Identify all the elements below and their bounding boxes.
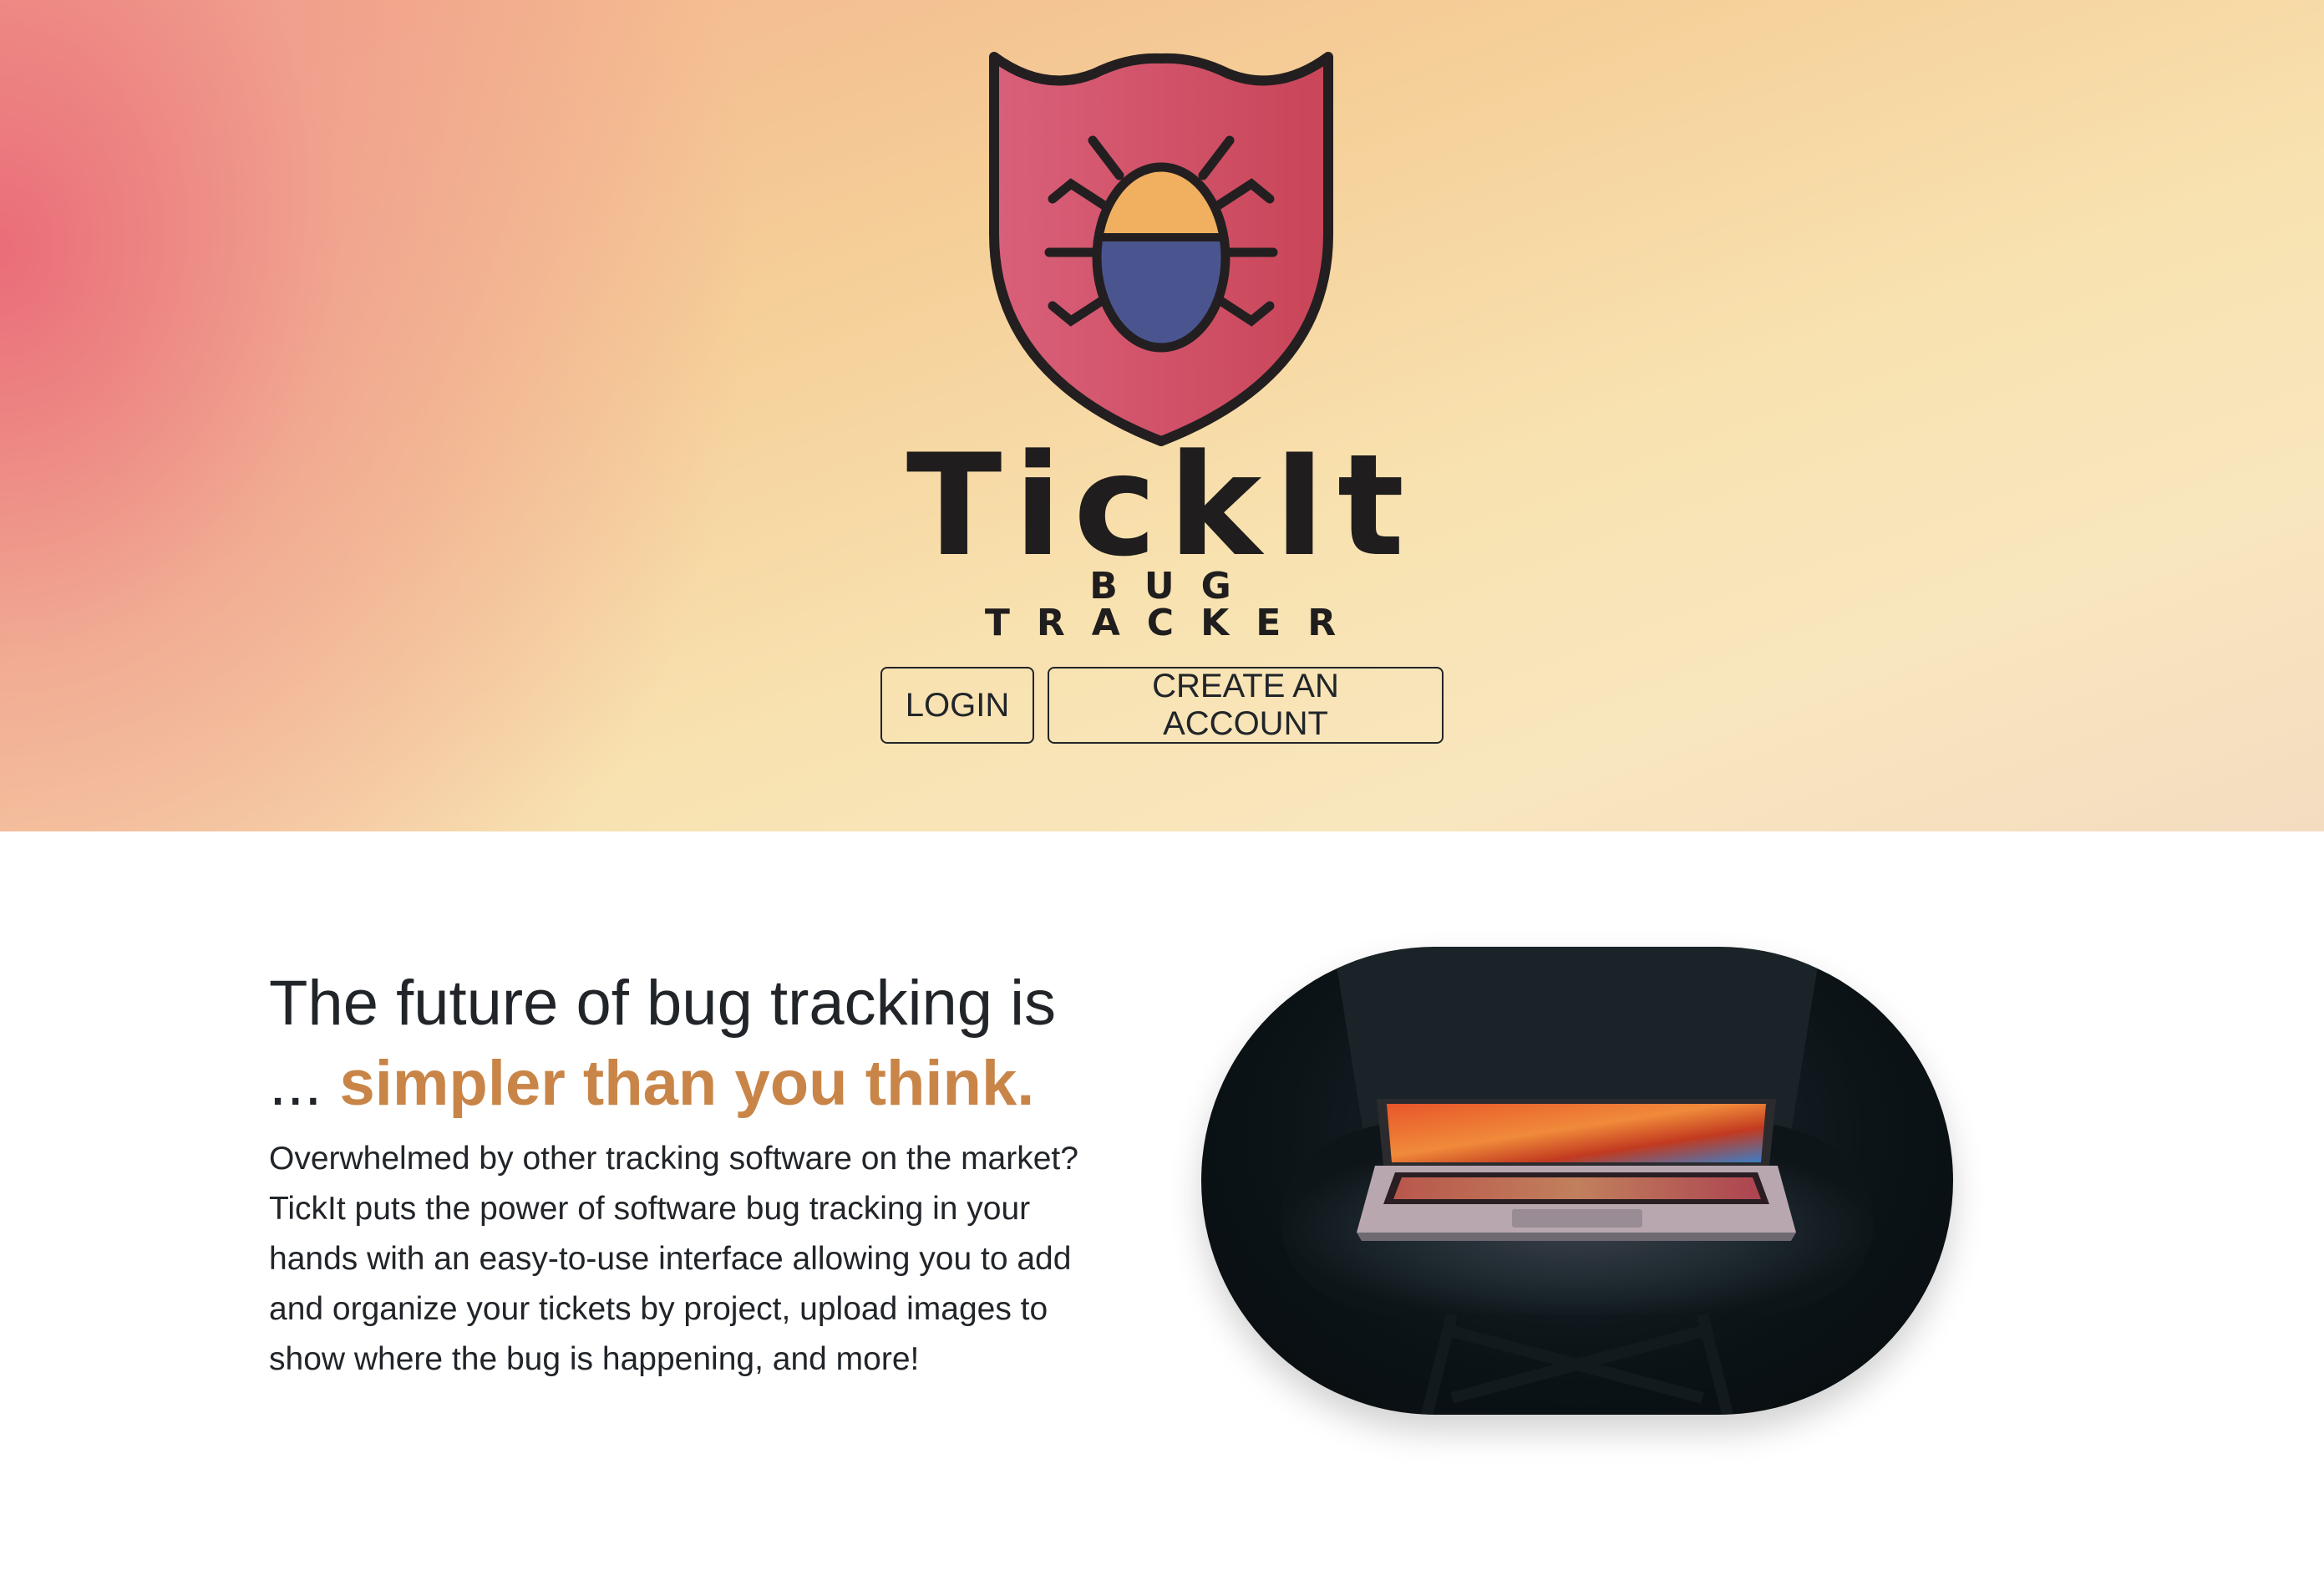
- headline-accent: simpler than you think.: [339, 1048, 1035, 1119]
- login-button[interactable]: LOGIN: [880, 667, 1034, 744]
- hero-section: TickIt BUG TRACKER LOGIN CREATE AN ACCOU…: [0, 0, 2324, 831]
- headline-prefix: ...: [269, 1048, 340, 1119]
- laptop-icon: [1357, 1099, 1796, 1241]
- chair-legs-icon: [1421, 1313, 1733, 1415]
- laptop-chair-illustration: [1281, 947, 1874, 1415]
- laptop-on-chair-image: [1201, 947, 1953, 1415]
- brand-name: TickIt: [906, 424, 1417, 587]
- feature-headline: The future of bug tracking is ... simple…: [269, 963, 1121, 1124]
- create-account-button[interactable]: CREATE AN ACCOUNT: [1048, 667, 1444, 744]
- brand-wordmark: TickIt BUG TRACKER: [885, 435, 1437, 642]
- feature-section: The future of bug tracking is ... simple…: [0, 831, 2324, 1581]
- feature-description: Overwhelmed by other tracking software o…: [269, 1141, 1078, 1377]
- auth-button-group: LOGIN CREATE AN ACCOUNT: [0, 667, 2324, 744]
- headline-line-1: The future of bug tracking is: [269, 968, 1057, 1039]
